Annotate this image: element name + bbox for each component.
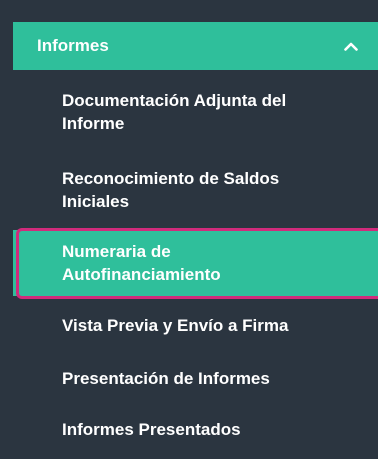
sidebar-item-label: Informes Presentados [62, 419, 241, 439]
sidebar-item-reconocimiento-saldos[interactable]: Reconocimiento de Saldos Iniciales [13, 158, 378, 222]
sidebar-item-numeraria-autofinanciamiento[interactable]: Numeraria de Autofinanciamiento [13, 230, 378, 296]
sidebar-item-label: Vista Previa y Envío a Firma [62, 315, 289, 335]
sidebar-menu: Informes Documentación Adjunta del Infor… [0, 0, 378, 459]
chevron-up-icon[interactable] [344, 39, 358, 53]
sidebar-item-label: Reconocimiento de Saldos Iniciales [62, 169, 280, 211]
sidebar-top-strip [0, 0, 378, 11]
sidebar-item-presentacion-informes[interactable]: Presentación de Informes [13, 358, 378, 398]
menu-group-informes[interactable]: Informes [13, 22, 378, 70]
sidebar-item-label: Documentación Adjunta del Informe [62, 91, 287, 133]
sidebar-item-label: Numeraria de Autofinanciamiento [62, 242, 221, 284]
sidebar-item-documentacion-adjunta[interactable]: Documentación Adjunta del Informe [13, 80, 378, 144]
sidebar-item-label: Presentación de Informes [62, 368, 270, 388]
sidebar-item-informes-presentados[interactable]: Informes Presentados [13, 409, 378, 449]
menu-group-label: Informes [37, 36, 109, 55]
sidebar-item-vista-previa[interactable]: Vista Previa y Envío a Firma [13, 305, 378, 345]
